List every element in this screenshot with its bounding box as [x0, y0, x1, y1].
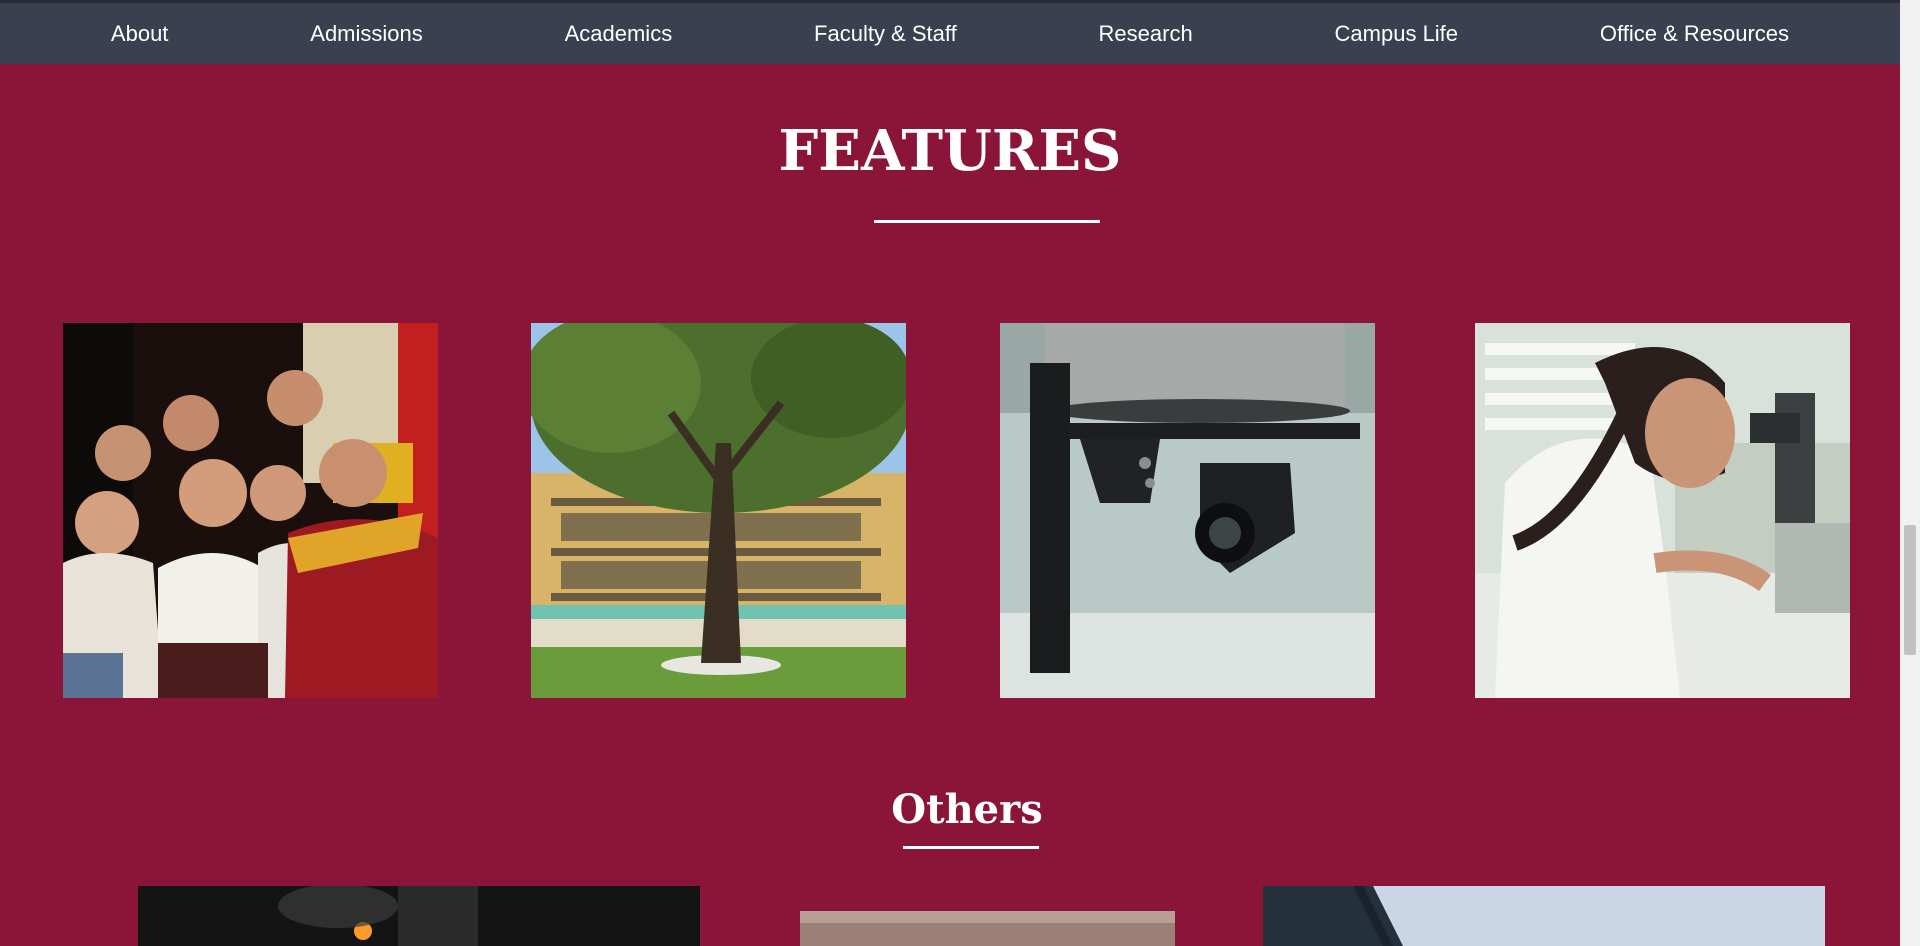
- students-group-image: [63, 323, 438, 698]
- feature-photo-students[interactable]: [63, 323, 438, 698]
- feature-photo-lab-student[interactable]: [1475, 323, 1850, 698]
- features-heading-underline: [874, 220, 1100, 223]
- nav-item-campus-life[interactable]: Campus Life: [1335, 21, 1459, 47]
- features-heading: FEATURES: [778, 118, 1122, 184]
- lab-student-image: [1475, 323, 1850, 698]
- others-card-3-image: [1263, 886, 1825, 946]
- nav-item-research[interactable]: Research: [1099, 21, 1193, 47]
- nav-item-academics[interactable]: Academics: [565, 21, 673, 47]
- scrollbar-thumb[interactable]: [1904, 525, 1916, 655]
- others-heading-underline: [903, 846, 1039, 849]
- others-card-2[interactable]: [800, 911, 1175, 946]
- nav-item-admissions[interactable]: Admissions: [310, 21, 422, 47]
- vertical-scrollbar[interactable]: [1900, 0, 1920, 946]
- others-heading: Others: [891, 786, 1043, 833]
- others-card-1-image: [138, 886, 700, 946]
- nav-item-about[interactable]: About: [111, 21, 169, 47]
- feature-photo-microscope[interactable]: [1000, 323, 1375, 698]
- campus-building-image: [531, 323, 906, 698]
- top-navigation-bar: About Admissions Academics Faculty & Sta…: [0, 0, 1900, 64]
- nav-item-office-resources[interactable]: Office & Resources: [1600, 21, 1789, 47]
- others-card-3[interactable]: [1263, 886, 1825, 946]
- others-card-1[interactable]: [138, 886, 700, 946]
- nav-item-faculty-staff[interactable]: Faculty & Staff: [814, 21, 957, 47]
- feature-photo-campus[interactable]: [531, 323, 906, 698]
- microscope-image: [1000, 323, 1375, 698]
- others-card-2-image: [800, 911, 1175, 946]
